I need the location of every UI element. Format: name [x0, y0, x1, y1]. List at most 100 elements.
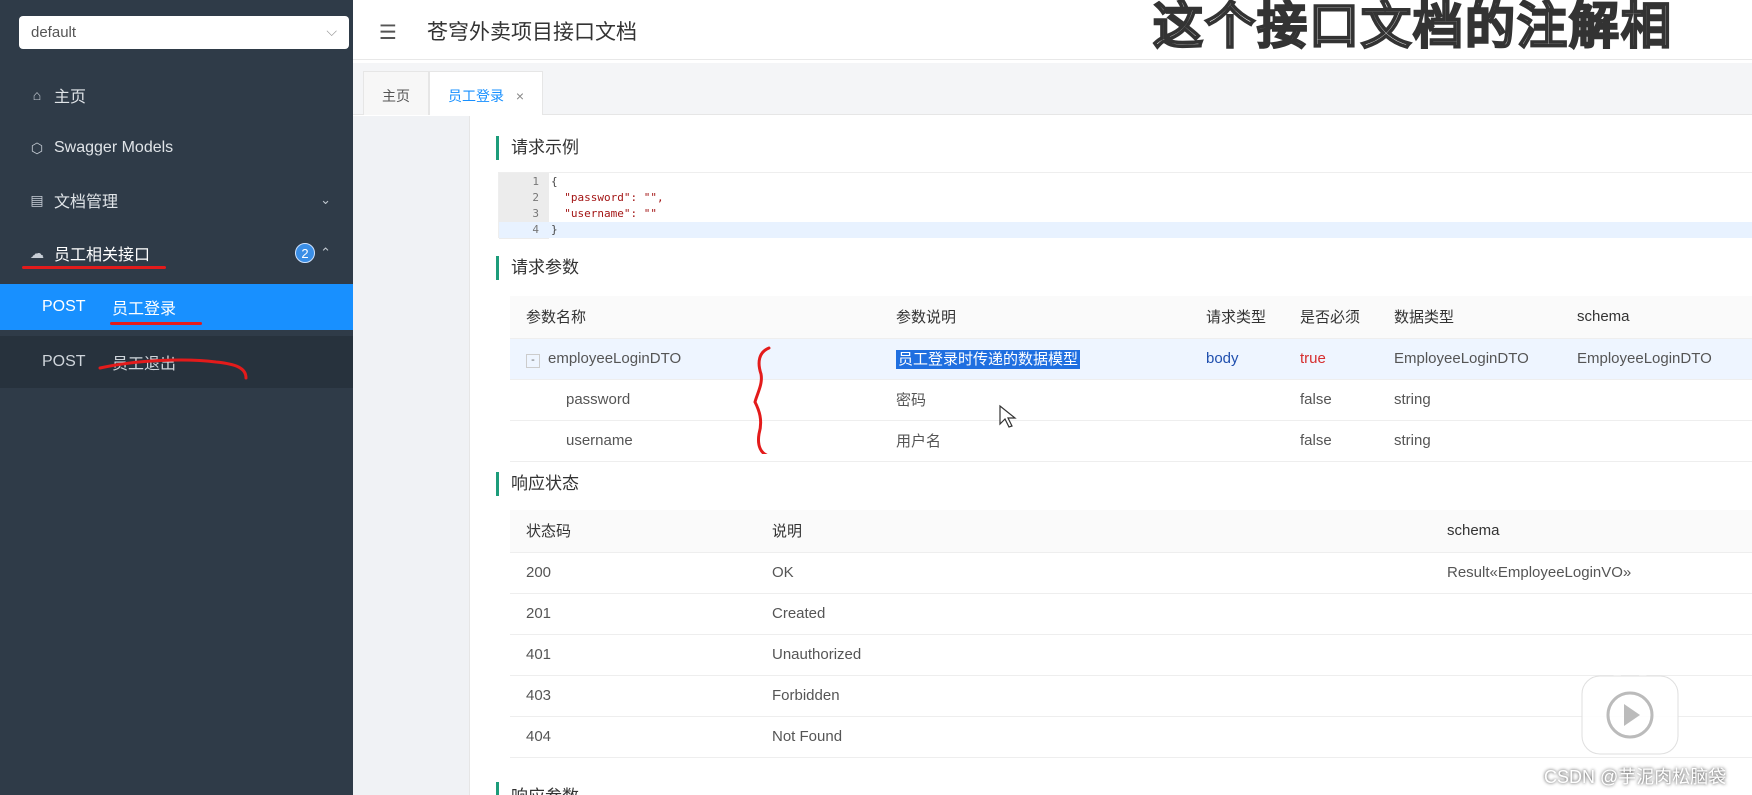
param-in: body [1190, 338, 1284, 380]
sidebar-item-swagger-models[interactable]: ⬡ Swagger Models [0, 123, 353, 173]
status-code: 200 [510, 552, 756, 594]
status-desc: Unauthorized [756, 634, 1431, 676]
sidebar-item-label: Swagger Models [54, 139, 174, 156]
param-desc: 密码 [880, 379, 1190, 421]
sidebar-item-label: 员工相关接口 [54, 247, 151, 264]
code-editor[interactable]: 1 { 2 "password": "", 3 "username": "" 4… [498, 172, 1752, 239]
param-name: employeeLoginDTO [548, 349, 682, 367]
app-window: default ⌵ ⌂ 主页 ⬡ Swagger Models ▤ 文档管理 ⌄… [0, 0, 1752, 795]
param-name: password [510, 379, 880, 421]
column-header: 参数说明 [880, 296, 1190, 339]
group-select[interactable]: default ⌵ [19, 16, 349, 49]
column-header: 说明 [756, 510, 1431, 553]
header: ☰ 苍穹外卖项目接口文档 这个接口文档的注解相 [353, 0, 1752, 60]
column-header: schema [1431, 510, 1752, 553]
param-in [1190, 420, 1284, 462]
chevron-down-icon: ⌄ [320, 192, 331, 207]
param-required: false [1284, 420, 1378, 462]
param-schema[interactable]: EmployeeLoginDTO [1561, 338, 1752, 380]
param-in [1190, 379, 1284, 421]
column-header: 是否必须 [1284, 296, 1378, 339]
code-line: 4 } [499, 222, 1752, 238]
home-icon: ⌂ [32, 87, 42, 103]
watermark: CSDN @芋泥肉松脑袋 [1544, 767, 1727, 787]
code-text: "password": "", [551, 191, 664, 204]
code-line: 1 { [499, 174, 1752, 190]
column-header: schema [1561, 296, 1752, 339]
api-doc-panel: 请求示例 1 { 2 "password": "", 3 "username":… [469, 116, 1752, 795]
param-desc: 用户名 [880, 420, 1190, 462]
close-icon[interactable]: × [516, 88, 524, 104]
http-method: POST [42, 353, 86, 370]
param-required: true [1284, 338, 1378, 380]
status-schema[interactable]: Result«EmployeeLoginVO» [1431, 552, 1752, 594]
status-schema [1431, 593, 1752, 635]
section-title-request-params: 请求参数 [496, 256, 579, 280]
column-header: 请求类型 [1190, 296, 1284, 339]
status-desc: OK [756, 552, 1431, 594]
code-text: { [551, 175, 558, 188]
document-icon: ▤ [30, 191, 44, 208]
table-row: 401 Unauthorized [510, 634, 1752, 676]
main-content: 请求示例 1 { 2 "password": "", 3 "username":… [353, 116, 1752, 795]
param-schema [1561, 379, 1752, 421]
section-title-response-params: 响应参数 [496, 782, 579, 795]
cloud-icon: ☁ [30, 244, 44, 261]
cube-icon: ⬡ [30, 139, 44, 156]
menu-fold-icon[interactable]: ☰ [379, 20, 397, 45]
tab-bar: 主页 员工登录 × [353, 63, 1752, 115]
column-header: 状态码 [510, 510, 756, 553]
status-code: 401 [510, 634, 756, 676]
tab-label: 员工登录 [448, 88, 504, 104]
table-row: 403 Forbidden [510, 675, 1752, 717]
table-header-row: 状态码 说明 schema [510, 510, 1752, 553]
request-params-table: 参数名称 参数说明 请求类型 是否必须 数据类型 schema - employe… [510, 296, 1752, 462]
table-row: password 密码 false string [510, 379, 1752, 421]
sidebar-item-doc-management[interactable]: ▤ 文档管理 ⌄ [0, 175, 353, 225]
chevron-up-icon: ⌃ [320, 245, 331, 260]
table-row: 201 Created [510, 593, 1752, 635]
param-schema [1561, 420, 1752, 462]
sidebar-item-employee-api[interactable]: ☁ 员工相关接口 2 ⌃ [0, 228, 353, 278]
param-required: false [1284, 379, 1378, 421]
page-title: 苍穹外卖项目接口文档 [427, 21, 637, 44]
chevron-down-icon: ⌵ [326, 23, 337, 39]
sidebar-item-home[interactable]: ⌂ 主页 [0, 70, 353, 120]
section-title-request-example: 请求示例 [496, 136, 579, 160]
sidebar-item-label: 主页 [54, 89, 87, 106]
code-line: 3 "username": "" [499, 206, 1752, 222]
param-name: username [510, 420, 880, 462]
tab-home[interactable]: 主页 [363, 71, 429, 115]
table-row: username 用户名 false string [510, 420, 1752, 462]
param-type: string [1378, 379, 1561, 421]
code-text: } [551, 223, 558, 236]
line-number: 1 [532, 175, 539, 188]
param-type: EmployeeLoginDTO [1378, 338, 1561, 380]
status-code: 201 [510, 593, 756, 635]
line-number: 3 [532, 207, 539, 220]
http-method: POST [42, 298, 86, 315]
code-line: 2 "password": "", [499, 190, 1752, 206]
status-code: 404 [510, 716, 756, 758]
line-number: 4 [532, 223, 539, 236]
status-desc: Created [756, 593, 1431, 635]
annotation-underline [110, 322, 202, 325]
param-desc: 员工登录时传递的数据模型 [896, 350, 1081, 369]
code-text: "username": "" [551, 207, 657, 220]
video-play-icon [1581, 661, 1679, 755]
response-status-table: 状态码 说明 schema 200 OK Result«EmployeeLogi… [510, 510, 1752, 758]
mouse-cursor-icon [999, 404, 1017, 428]
param-type: string [1378, 420, 1561, 462]
tab-employee-login[interactable]: 员工登录 × [429, 71, 544, 115]
status-desc: Not Found [756, 716, 1431, 758]
status-code: 403 [510, 675, 756, 717]
tab-label: 主页 [382, 88, 410, 104]
annotation-underline [22, 266, 166, 269]
video-caption: 这个接口文档的注解相 [1152, 0, 1673, 55]
column-header: 参数名称 [510, 296, 880, 339]
table-row[interactable]: - employeeLoginDTO 员工登录时传递的数据模型 body true… [510, 338, 1752, 380]
sidebar: default ⌵ ⌂ 主页 ⬡ Swagger Models ▤ 文档管理 ⌄… [0, 0, 353, 795]
section-title-response-status: 响应状态 [496, 472, 579, 496]
collapse-toggle[interactable]: - [526, 353, 540, 368]
column-header: 数据类型 [1378, 296, 1561, 339]
